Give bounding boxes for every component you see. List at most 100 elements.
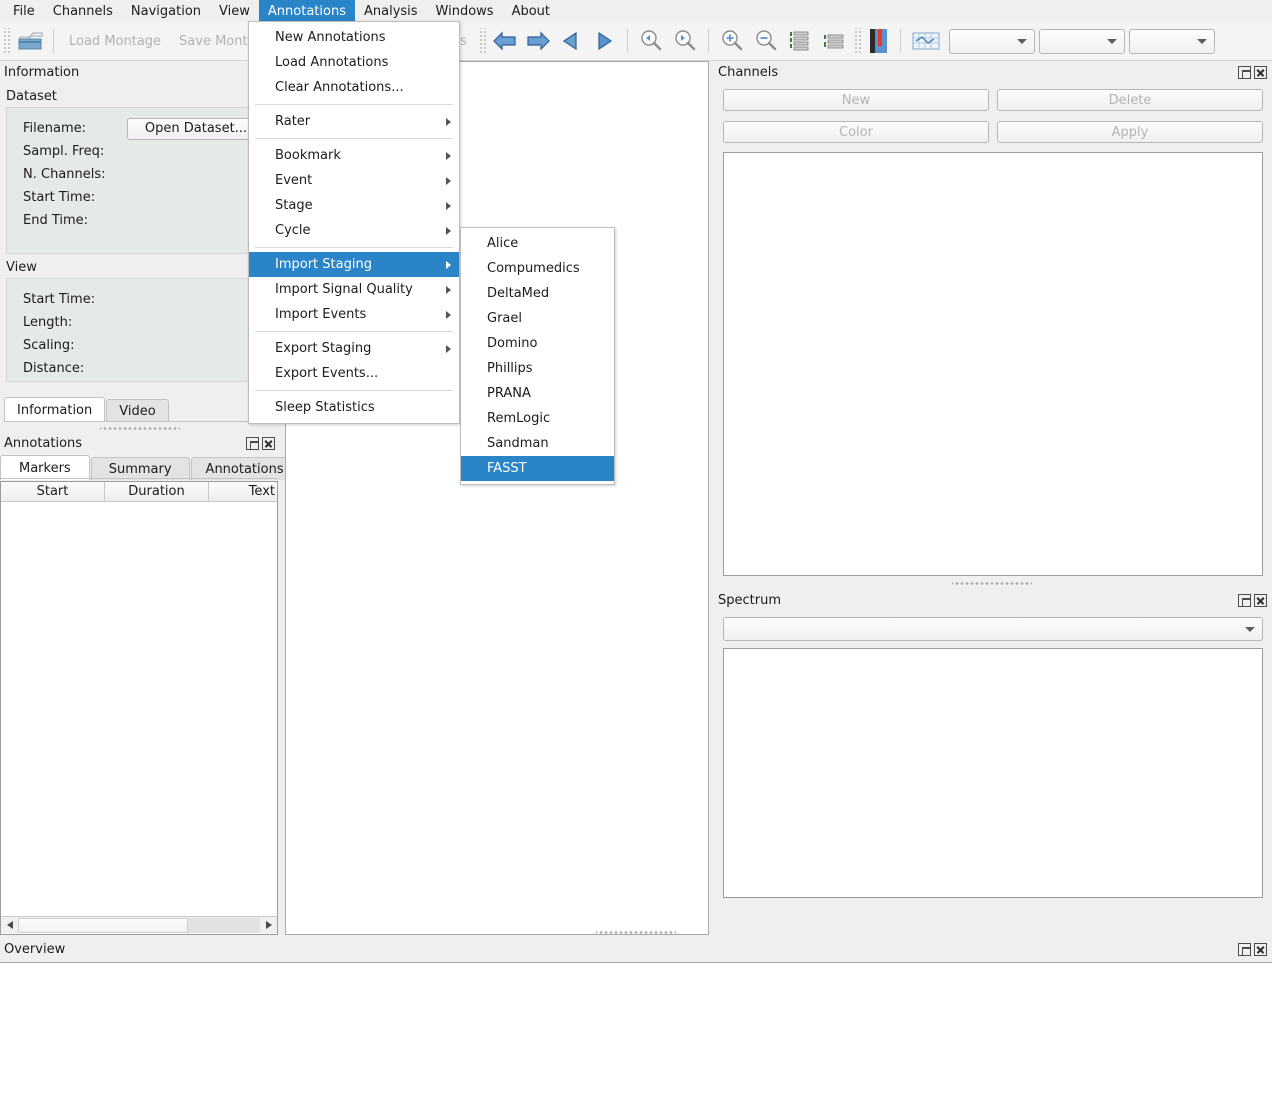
- step-forward-icon[interactable]: [588, 26, 621, 56]
- menu-item-label: Bookmark: [275, 148, 341, 163]
- close-panel-icon[interactable]: [262, 436, 275, 450]
- menu-item-import-events[interactable]: Import Events: [249, 302, 459, 327]
- channels-list[interactable]: [723, 152, 1263, 576]
- tab-video[interactable]: Video: [106, 399, 169, 422]
- submenu-item-remlogic[interactable]: RemLogic: [461, 406, 614, 431]
- column-header-duration[interactable]: Duration: [105, 482, 209, 501]
- close-panel-icon[interactable]: [1254, 593, 1267, 607]
- menu-view[interactable]: View: [210, 0, 259, 22]
- step-back-icon[interactable]: [555, 26, 588, 56]
- combo-1[interactable]: [948, 28, 1035, 54]
- arrow-left-big-icon[interactable]: [489, 26, 522, 56]
- menu-item-load-annotations[interactable]: Load Annotations: [249, 50, 459, 75]
- tab-markers[interactable]: Markers: [0, 455, 90, 480]
- toolbar-separator-3: [626, 29, 628, 53]
- menu-item-sleep-statistics[interactable]: Sleep Statistics: [249, 395, 459, 420]
- markers-hscrollbar[interactable]: [1, 916, 277, 933]
- menu-annotations[interactable]: Annotations: [258, 0, 355, 22]
- float-panel-icon[interactable]: [1238, 65, 1251, 79]
- menu-item-event[interactable]: Event: [249, 168, 459, 193]
- submenu-item-grael[interactable]: Grael: [461, 306, 614, 331]
- float-panel-icon[interactable]: [246, 436, 259, 450]
- tab-summary[interactable]: Summary: [90, 457, 190, 480]
- lines-less-icon[interactable]: [817, 26, 851, 56]
- tab-information[interactable]: Information: [4, 397, 106, 422]
- submenu-item-label: FASST: [487, 461, 527, 476]
- scroll-left-icon[interactable]: [1, 918, 18, 933]
- menu-item-export-events[interactable]: Export Events...: [249, 361, 459, 386]
- float-panel-icon[interactable]: [1238, 942, 1251, 956]
- submenu-item-alice[interactable]: Alice: [461, 231, 614, 256]
- menu-item-import-staging[interactable]: Import Staging: [249, 252, 459, 277]
- menu-item-rater[interactable]: Rater: [249, 109, 459, 134]
- markers-table[interactable]: Start Duration Text: [0, 481, 278, 935]
- menu-item-clear-annotations[interactable]: Clear Annotations...: [249, 75, 459, 100]
- submenu-item-deltamed[interactable]: DeltaMed: [461, 281, 614, 306]
- float-panel-icon[interactable]: [1238, 593, 1251, 607]
- scroll-right-icon[interactable]: [260, 918, 277, 933]
- menu-item-label: Import Events: [275, 307, 367, 322]
- menu-file[interactable]: File: [4, 0, 44, 22]
- submenu-item-prana[interactable]: PRANA: [461, 381, 614, 406]
- overview-panel-title: Overview: [4, 941, 66, 957]
- signal-thumb-icon[interactable]: [864, 26, 894, 56]
- annotations-panel: Annotations Markers Summary Annotations …: [0, 432, 299, 935]
- open-folder-icon[interactable]: [13, 26, 47, 56]
- submenu-item-fasst[interactable]: FASST: [461, 456, 614, 481]
- toolbar-grip[interactable]: [2, 28, 11, 54]
- submenu-item-sandman[interactable]: Sandman: [461, 431, 614, 456]
- zoom-out-icon[interactable]: [749, 26, 783, 56]
- channels-color-button[interactable]: Color: [723, 121, 989, 143]
- combo-3[interactable]: [1128, 28, 1215, 54]
- channels-new-button[interactable]: New: [723, 89, 989, 111]
- menu-item-cycle[interactable]: Cycle: [249, 218, 459, 243]
- information-panel-title: Information: [4, 64, 80, 80]
- lines-more-icon[interactable]: [783, 26, 817, 56]
- spectrum-panel-title: Spectrum: [718, 592, 781, 608]
- channels-delete-button[interactable]: Delete: [997, 89, 1263, 111]
- spectrum-channel-combo[interactable]: [723, 617, 1263, 641]
- zoom-in-icon[interactable]: [715, 26, 749, 56]
- spectrum-plot[interactable]: [723, 648, 1263, 898]
- menu-windows[interactable]: Windows: [427, 0, 503, 22]
- menu-item-bookmark[interactable]: Bookmark: [249, 143, 459, 168]
- menu-analysis[interactable]: Analysis: [355, 0, 427, 22]
- chevron-down-icon: [1106, 38, 1117, 44]
- annotations-tabbar: Markers Summary Annotations: [0, 455, 299, 480]
- column-header-start[interactable]: Start: [1, 482, 105, 501]
- menu-item-stage[interactable]: Stage: [249, 193, 459, 218]
- markers-hscroll-track[interactable]: [18, 917, 260, 933]
- toolbar-grip-2[interactable]: [477, 28, 487, 54]
- open-dataset-button[interactable]: Open Dataset...: [127, 117, 265, 140]
- right-splitter-grip[interactable]: [952, 579, 1032, 588]
- channels-apply-button[interactable]: Apply: [997, 121, 1263, 143]
- bottom-splitter-grip[interactable]: [596, 928, 676, 937]
- submenu-item-compumedics[interactable]: Compumedics: [461, 256, 614, 281]
- combo-2[interactable]: [1038, 28, 1125, 54]
- menu-navigation[interactable]: Navigation: [122, 0, 210, 22]
- chevron-down-icon: [1245, 626, 1255, 632]
- column-header-text[interactable]: Text: [209, 482, 277, 501]
- menu-channels[interactable]: Channels: [44, 0, 122, 22]
- overview-canvas[interactable]: [0, 962, 1272, 1111]
- view-scaling-label: Scaling:: [23, 338, 75, 353]
- menu-item-new-annotations[interactable]: New Annotations: [249, 25, 459, 50]
- submenu-item-label: PRANA: [487, 386, 531, 401]
- zoom-page-right-icon[interactable]: [668, 26, 702, 56]
- grid-icon[interactable]: [907, 26, 945, 56]
- close-panel-icon[interactable]: [1254, 65, 1267, 79]
- arrow-right-big-icon[interactable]: [522, 26, 555, 56]
- zoom-page-left-icon[interactable]: [634, 26, 668, 56]
- submenu-item-domino[interactable]: Domino: [461, 331, 614, 356]
- tab-annotations[interactable]: Annotations: [190, 457, 299, 480]
- menu-about[interactable]: About: [503, 0, 559, 22]
- toolbar-grip-3[interactable]: [852, 28, 862, 54]
- menu-item-export-staging[interactable]: Export Staging: [249, 336, 459, 361]
- load-montage-button[interactable]: Load Montage: [60, 26, 170, 56]
- submenu-item-phillips[interactable]: Phillips: [461, 356, 614, 381]
- menu-item-import-signal-quality[interactable]: Import Signal Quality: [249, 277, 459, 302]
- markers-hscroll-thumb[interactable]: [18, 917, 188, 933]
- dataset-field-sampl-freq: Sampl. Freq:: [7, 140, 273, 163]
- view-distance-label: Distance:: [23, 361, 85, 376]
- close-panel-icon[interactable]: [1254, 942, 1267, 956]
